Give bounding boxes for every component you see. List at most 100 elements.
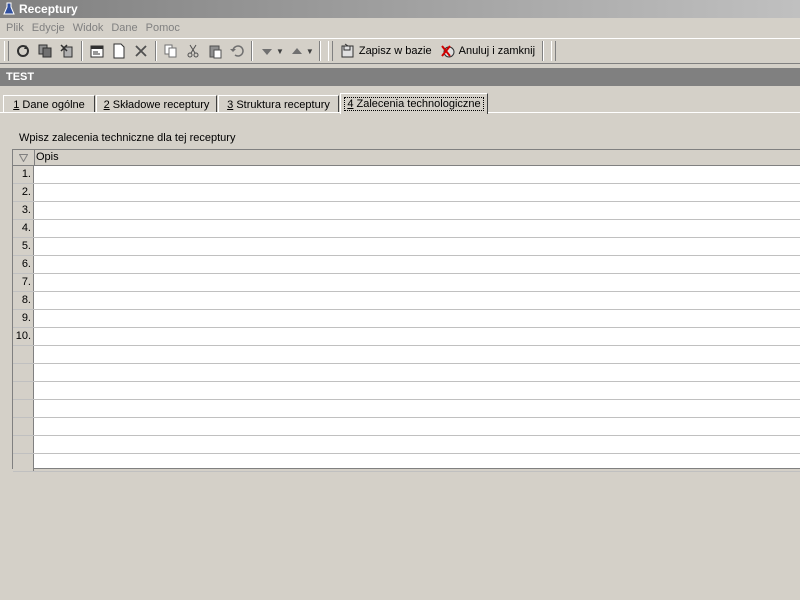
- tab-label: 4 Zalecenia technologiczne: [344, 97, 484, 111]
- table-row[interactable]: 10.: [13, 328, 800, 346]
- grid-rows: 1. 2. 3. 4. 5. 6. 7. 8. 9. 10.: [13, 166, 800, 472]
- chevron-down-icon[interactable]: ▼: [276, 47, 284, 56]
- description-cell[interactable]: [34, 454, 800, 471]
- table-row[interactable]: 5.: [13, 238, 800, 256]
- paste-button[interactable]: [204, 40, 226, 62]
- row-number: [13, 418, 34, 435]
- toolbar-separator: [81, 41, 83, 61]
- menu-widok[interactable]: Widok: [73, 22, 104, 34]
- row-number: 3.: [13, 202, 34, 219]
- copy-record-icon: [38, 44, 52, 58]
- arrow-down-icon: [262, 49, 272, 55]
- description-cell[interactable]: [34, 256, 800, 273]
- description-cell[interactable]: [34, 382, 800, 399]
- description-cell[interactable]: [34, 166, 800, 183]
- table-row[interactable]: 4.: [13, 220, 800, 238]
- undo-button[interactable]: [226, 40, 248, 62]
- cancel-and-close-button[interactable]: Anuluj i zamknij: [436, 40, 539, 62]
- tab-label: 1 Dane ogólne: [13, 98, 85, 111]
- recommendations-grid[interactable]: Opis 1. 2. 3. 4. 5. 6. 7. 8. 9. 10.: [12, 149, 800, 472]
- row-number: [13, 454, 34, 471]
- menu-edycje[interactable]: Edycje: [32, 22, 65, 34]
- table-row[interactable]: [13, 454, 800, 472]
- save-label: Zapisz w bazie: [358, 45, 432, 57]
- toolbar-separator: [155, 41, 157, 61]
- column-header-description[interactable]: Opis: [36, 151, 59, 163]
- title-bar: Receptury: [0, 0, 800, 18]
- description-cell[interactable]: [34, 202, 800, 219]
- table-row[interactable]: 3.: [13, 202, 800, 220]
- description-cell[interactable]: [34, 364, 800, 381]
- row-number: [13, 400, 34, 417]
- table-row[interactable]: 2.: [13, 184, 800, 202]
- table-row[interactable]: 7.: [13, 274, 800, 292]
- cancel-icon: [440, 45, 455, 58]
- tab-general[interactable]: 1 Dane ogólne: [3, 95, 95, 113]
- row-number: 4.: [13, 220, 34, 237]
- tab-technological-recommendations[interactable]: 4 Zalecenia technologiczne: [340, 93, 488, 114]
- table-row[interactable]: [13, 346, 800, 364]
- grid-header: Opis: [13, 150, 800, 166]
- copy-record-button[interactable]: [34, 40, 56, 62]
- description-cell[interactable]: [34, 328, 800, 345]
- tab-strip: 1 Dane ogólne 2 Składowe receptury 3 Str…: [0, 93, 800, 114]
- properties-button[interactable]: [86, 40, 108, 62]
- table-row[interactable]: [13, 382, 800, 400]
- new-document-button[interactable]: [108, 40, 130, 62]
- save-to-database-button[interactable]: Zapisz w bazie: [336, 40, 436, 62]
- properties-icon: [90, 45, 104, 58]
- description-cell[interactable]: [34, 310, 800, 327]
- table-row[interactable]: 9.: [13, 310, 800, 328]
- paste-icon: [209, 45, 222, 59]
- cancel-label: Anuluj i zamknij: [458, 45, 536, 57]
- copy-button[interactable]: [160, 40, 182, 62]
- table-row[interactable]: 1.: [13, 166, 800, 184]
- tab-components[interactable]: 2 Składowe receptury: [96, 95, 217, 113]
- toolbar-grip[interactable]: [327, 41, 333, 61]
- row-number: [13, 364, 34, 381]
- cut-button[interactable]: [182, 40, 204, 62]
- toolbar-grip[interactable]: [4, 41, 9, 61]
- scissors-icon: [187, 44, 199, 58]
- menu-plik[interactable]: Plik: [6, 22, 24, 34]
- table-row[interactable]: [13, 418, 800, 436]
- description-cell[interactable]: [34, 418, 800, 435]
- delete-record-button[interactable]: [56, 40, 78, 62]
- tab-label: 3 Struktura receptury: [227, 98, 330, 111]
- row-number: [13, 382, 34, 399]
- table-row[interactable]: 8.: [13, 292, 800, 310]
- chevron-down-icon[interactable]: ▼: [306, 47, 314, 56]
- tab-structure[interactable]: 3 Struktura receptury: [218, 95, 339, 113]
- new-document-icon: [113, 43, 125, 59]
- window-title: Receptury: [19, 2, 78, 16]
- table-row[interactable]: [13, 364, 800, 382]
- move-down-button[interactable]: [256, 40, 278, 62]
- row-number: 5.: [13, 238, 34, 255]
- description-cell[interactable]: [34, 436, 800, 453]
- filter-icon[interactable]: [13, 150, 35, 165]
- tab-label: 2 Składowe receptury: [103, 98, 210, 111]
- table-row[interactable]: [13, 436, 800, 454]
- delete-button[interactable]: [130, 40, 152, 62]
- move-up-button[interactable]: [286, 40, 308, 62]
- menu-bar: Plik Edycje Widok Dane Pomoc: [0, 18, 800, 37]
- description-cell[interactable]: [34, 292, 800, 309]
- toolbar-grip[interactable]: [551, 41, 557, 61]
- description-cell[interactable]: [34, 274, 800, 291]
- row-number: 7.: [13, 274, 34, 291]
- copy-icon: [164, 44, 177, 58]
- row-number: 10.: [13, 328, 34, 345]
- flask-icon: [3, 2, 15, 16]
- menu-pomoc[interactable]: Pomoc: [146, 22, 180, 34]
- refresh-button[interactable]: [12, 40, 34, 62]
- description-cell[interactable]: [34, 220, 800, 237]
- description-cell[interactable]: [34, 400, 800, 417]
- row-number: 6.: [13, 256, 34, 273]
- delete-record-icon: [60, 44, 73, 58]
- description-cell[interactable]: [34, 238, 800, 255]
- description-cell[interactable]: [34, 184, 800, 201]
- table-row[interactable]: 6.: [13, 256, 800, 274]
- menu-dane[interactable]: Dane: [111, 22, 137, 34]
- table-row[interactable]: [13, 400, 800, 418]
- description-cell[interactable]: [34, 346, 800, 363]
